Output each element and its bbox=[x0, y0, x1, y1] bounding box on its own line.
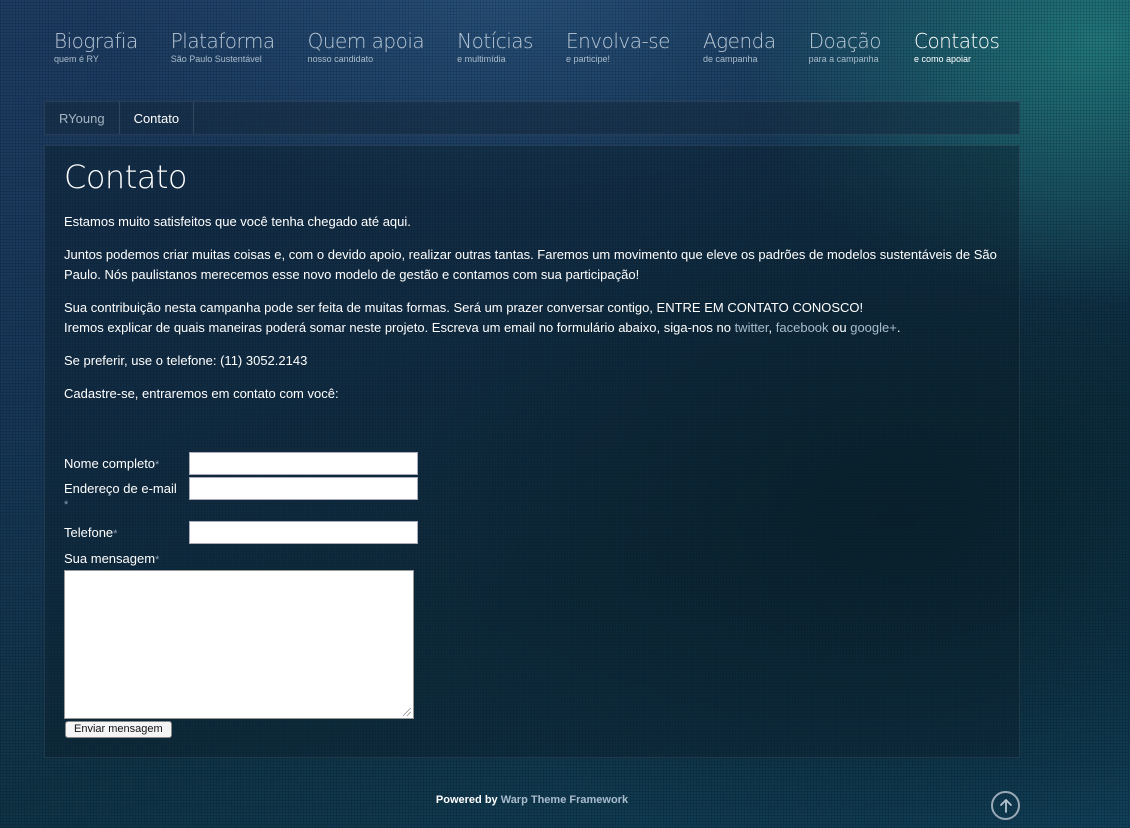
breadcrumb-current: Contato bbox=[120, 102, 195, 134]
phone-field[interactable] bbox=[189, 521, 418, 544]
phone-paragraph: Se preferir, use o telefone: (11) 3052.2… bbox=[64, 353, 308, 368]
contribution-line-2: Iremos explicar de quais maneiras poderá… bbox=[64, 320, 735, 335]
separator: ou bbox=[828, 320, 851, 335]
nav-subtitle: nosso candidato bbox=[307, 54, 374, 64]
nav-title: Doação bbox=[808, 29, 882, 53]
nav-item-biografia[interactable]: Biografia quem é RY bbox=[54, 28, 138, 64]
main-nav: Biografia quem é RY Plataforma São Paulo… bbox=[54, 28, 1032, 64]
warp-framework-link[interactable]: Warp Theme Framework bbox=[501, 794, 628, 806]
nav-item-quem-apoia[interactable]: Quem apoia nosso candidato bbox=[308, 28, 425, 64]
facebook-link[interactable]: facebook bbox=[776, 320, 829, 335]
nav-subtitle: e multimídia bbox=[457, 54, 506, 64]
signup-paragraph: Cadastre-se, entraremos em contato com v… bbox=[64, 386, 339, 401]
nav-item-plataforma[interactable]: Plataforma São Paulo Sustentável bbox=[171, 28, 275, 64]
required-mark: * bbox=[155, 554, 160, 566]
google-plus-link[interactable]: google+ bbox=[850, 320, 897, 335]
page-title: Contato bbox=[64, 158, 187, 196]
nav-title: Notícias bbox=[457, 29, 533, 53]
email-field[interactable] bbox=[189, 477, 418, 500]
contribution-line-1: Sua contribuição nesta campanha pode ser… bbox=[64, 300, 864, 315]
nav-item-noticias[interactable]: Notícias e multimídia bbox=[457, 28, 533, 64]
movement-paragraph: Juntos podemos criar muitas coisas e, co… bbox=[64, 247, 997, 282]
required-mark: * bbox=[155, 459, 160, 471]
twitter-link[interactable]: twitter bbox=[735, 320, 769, 335]
period: . bbox=[896, 320, 901, 335]
separator: , bbox=[768, 320, 776, 335]
arrow-up-icon bbox=[999, 798, 1012, 813]
nav-subtitle: quem é RY bbox=[54, 54, 99, 64]
message-textarea[interactable] bbox=[64, 570, 414, 719]
nav-item-agenda[interactable]: Agenda de campanha bbox=[703, 28, 776, 64]
nav-title: Quem apoia bbox=[307, 29, 425, 53]
intro-paragraph: Estamos muito satisfeitos que você tenha… bbox=[64, 214, 411, 229]
send-message-button[interactable]: Enviar mensagem bbox=[65, 721, 172, 738]
resize-grip-icon[interactable] bbox=[403, 708, 411, 716]
breadcrumb-home-link[interactable]: RYoung bbox=[45, 102, 120, 134]
nav-subtitle: São Paulo Sustentável bbox=[170, 54, 262, 64]
email-label-text: Endereço de e-mail bbox=[64, 481, 177, 496]
back-to-top-button[interactable] bbox=[991, 791, 1020, 820]
nav-title: Agenda bbox=[702, 29, 776, 53]
content-panel: Contato Estamos muito satisfeitos que vo… bbox=[44, 145, 1020, 758]
nav-subtitle: de campanha bbox=[702, 54, 758, 64]
message-label: Sua mensagem* bbox=[64, 551, 159, 566]
breadcrumb: RYoung Contato bbox=[44, 101, 1020, 135]
nav-item-doacao[interactable]: Doação para a campanha bbox=[808, 28, 882, 64]
nav-item-contatos[interactable]: Contatos e como apoiar bbox=[913, 28, 1000, 64]
nav-title: Plataforma bbox=[170, 29, 275, 53]
name-label: Nome completo* bbox=[64, 456, 159, 471]
contribution-paragraph: Sua contribuição nesta campanha pode ser… bbox=[64, 298, 1004, 338]
phone-label-text: Telefone bbox=[64, 525, 114, 540]
phone-label: Telefone* bbox=[64, 525, 117, 540]
nav-title: Biografia bbox=[54, 29, 138, 53]
nav-title: Contatos bbox=[913, 29, 1000, 53]
nav-subtitle: e participe! bbox=[565, 54, 611, 64]
name-label-text: Nome completo bbox=[64, 456, 156, 471]
footer-prefix: Powered by bbox=[435, 794, 501, 806]
nav-item-envolva-se[interactable]: Envolva-se e participe! bbox=[566, 28, 670, 64]
message-label-text: Sua mensagem bbox=[64, 551, 156, 566]
nav-subtitle: para a campanha bbox=[808, 54, 879, 64]
page-body: Estamos muito satisfeitos que você tenha… bbox=[64, 212, 1004, 417]
required-mark: * bbox=[64, 499, 69, 511]
nav-subtitle: e como apoiar bbox=[913, 54, 972, 64]
required-mark: * bbox=[113, 528, 118, 540]
email-label: Endereço de e-mail * bbox=[64, 481, 177, 511]
footer: Powered by Warp Theme Framework bbox=[0, 794, 1064, 806]
name-field[interactable] bbox=[189, 452, 418, 475]
nav-title: Envolva-se bbox=[565, 29, 670, 53]
